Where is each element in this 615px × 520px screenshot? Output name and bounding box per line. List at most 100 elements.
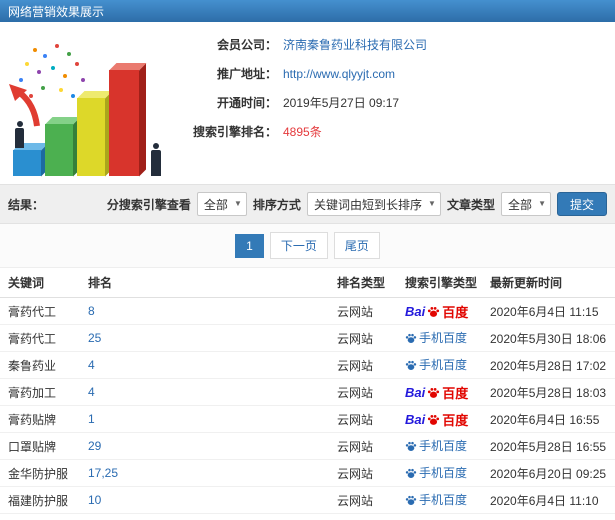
open-time-row: 开通时间： 2019年5月27日 09:17 — [185, 94, 615, 111]
sort-filter-label: 排序方式 — [252, 197, 301, 212]
baidu-paw-icon — [427, 413, 440, 426]
chart-bar-blue — [13, 150, 41, 176]
company-label: 会员公司： — [216, 38, 277, 52]
engine-filter-select[interactable]: 全部 — [196, 192, 247, 216]
rank-link[interactable]: 4 — [88, 358, 95, 372]
table-row: 金华防护服 17,25 云网站 手机百度 2020年6月20日 09:25 — [0, 460, 615, 487]
table-row: 膏药代工 25 云网站 手机百度 2020年5月30日 18:06 — [0, 325, 615, 352]
baidu-paw-icon — [427, 305, 440, 318]
rank-type-cell: 云网站 — [337, 304, 374, 319]
keyword-cell: 膏药加工 — [8, 385, 57, 400]
keyword-cell: 口罩贴牌 — [8, 439, 57, 454]
updated-cell: 2020年5月28日 17:02 — [490, 358, 607, 373]
keyword-cell: 膏药贴牌 — [8, 412, 57, 427]
site-link[interactable]: http://www.qlyyjt.com — [283, 67, 395, 81]
keyword-cell: 膏药代工 — [8, 304, 57, 319]
rank-link[interactable]: 4 — [88, 385, 95, 399]
rank-type-cell: 云网站 — [337, 358, 374, 373]
engine-rank-count: 4895条 — [283, 125, 322, 139]
page-1-button[interactable]: 1 — [235, 233, 264, 258]
engine-filter-label: 分搜索引擎查看 — [106, 197, 191, 212]
mobile-baidu-badge: 手机百度 — [405, 356, 467, 373]
rank-link[interactable]: 29 — [88, 439, 101, 453]
person-silhouette-right — [151, 143, 161, 176]
page-title: 网络营销效果展示 — [8, 4, 105, 19]
keyword-rank-table: 关键词 排名 排名类型 搜索引擎类型 最新更新时间 膏药代工 8 云网站 Bai… — [0, 268, 615, 520]
baidu-paw-icon — [427, 386, 440, 399]
rank-type-cell: 云网站 — [337, 439, 374, 454]
baidu-logo: Bai 百度 — [405, 411, 469, 428]
keyword-cell: 金华防护服 — [8, 466, 69, 481]
header-keyword: 关键词 — [8, 276, 45, 290]
mobile-baidu-icon — [405, 359, 417, 371]
filter-controls: 分搜索引擎查看 全部 排序方式 关键词由短到长排序 文章类型 全部 提交 — [107, 192, 607, 216]
mobile-baidu-icon — [405, 332, 417, 344]
rank-link[interactable]: 10 — [88, 493, 101, 507]
sort-filter-select[interactable]: 关键词由短到长排序 — [306, 192, 441, 216]
open-time-label: 开通时间： — [216, 96, 277, 110]
member-info-section: 会员公司： 济南秦鲁药业科技有限公司 推广地址： http://www.qlyy… — [0, 22, 615, 184]
updated-cell: 2020年6月20日 09:25 — [490, 466, 607, 481]
table-row: 膏药贴牌 1 云网站 Bai 百度 2020年6月4日 16:55 — [0, 406, 615, 433]
keyword-cell: 膏药代工 — [8, 331, 57, 346]
confetti-dots-decoration — [33, 48, 37, 52]
updated-cell: 2020年5月30日 18:06 — [490, 331, 607, 346]
submit-button[interactable]: 提交 — [556, 192, 607, 216]
baidu-logo: Bai 百度 — [405, 303, 469, 320]
next-page-button[interactable]: 下一页 — [269, 232, 328, 259]
baidu-logo: Bai 百度 — [405, 384, 469, 401]
updated-cell: 2020年6月4日 11:10 — [490, 493, 599, 508]
article-type-select[interactable]: 全部 — [500, 192, 551, 216]
mobile-baidu-badge: 手机百度 — [405, 464, 467, 481]
updated-cell: 2020年5月28日 18:03 — [490, 385, 607, 400]
updated-cell: 2020年6月4日 11:15 — [490, 304, 599, 319]
chart-bar-green — [45, 124, 73, 176]
rank-type-cell: 云网站 — [337, 493, 374, 508]
person-silhouette-left — [15, 121, 24, 148]
engine-rank-row: 搜索引擎排名： 4895条 — [185, 123, 615, 140]
pagination: 1 下一页 尾页 — [0, 224, 615, 268]
member-info-list: 会员公司： 济南秦鲁药业科技有限公司 推广地址： http://www.qlyy… — [185, 22, 615, 140]
site-label: 推广地址： — [216, 67, 277, 81]
window-titlebar: 网络营销效果展示 — [0, 0, 615, 22]
article-type-label: 文章类型 — [446, 197, 495, 212]
keyword-cell: 秦鲁药业 — [8, 358, 57, 373]
table-header-row: 关键词 排名 排名类型 搜索引擎类型 最新更新时间 — [0, 268, 615, 298]
open-time-value: 2019年5月27日 09:17 — [283, 96, 400, 110]
filter-bar: 结果： 分搜索引擎查看 全部 排序方式 关键词由短到长排序 文章类型 全部 提交 — [0, 184, 615, 224]
result-label: 结果： — [8, 197, 45, 212]
rank-link[interactable]: 8 — [88, 304, 95, 318]
rank-link[interactable]: 25 — [88, 331, 101, 345]
rank-type-cell: 云网站 — [337, 331, 374, 346]
engine-rank-label: 搜索引擎排名： — [192, 125, 277, 139]
rank-type-cell: 云网站 — [337, 385, 374, 400]
keyword-cell: 福建防护服 — [8, 493, 69, 508]
rank-type-cell: 云网站 — [337, 412, 374, 427]
table-row: 秦鲁药业 4 云网站 手机百度 2020年5月28日 17:02 — [0, 352, 615, 379]
mobile-baidu-icon — [405, 440, 417, 452]
chart-bar-yellow — [77, 98, 105, 176]
table-row: 口罩贴牌 29 云网站 手机百度 2020年5月28日 16:55 — [0, 433, 615, 460]
rank-link[interactable]: 1 — [88, 412, 95, 426]
header-rank-type: 排名类型 — [337, 276, 386, 290]
header-engine: 搜索引擎类型 — [405, 276, 478, 290]
company-link[interactable]: 济南秦鲁药业科技有限公司 — [283, 36, 427, 53]
updated-cell: 2020年5月28日 16:55 — [490, 439, 607, 454]
rising-arrow-icon — [9, 84, 40, 127]
company-row: 会员公司： 济南秦鲁药业科技有限公司 — [185, 36, 615, 53]
table-row: 手机百度 — [0, 514, 615, 520]
header-rank: 排名 — [88, 276, 113, 290]
chart-bar-red — [109, 70, 139, 176]
last-page-button[interactable]: 尾页 — [333, 232, 380, 259]
site-row: 推广地址： http://www.qlyyjt.com — [185, 65, 615, 82]
mobile-baidu-badge: 手机百度 — [405, 437, 467, 454]
rank-link[interactable]: 17,25 — [88, 466, 118, 480]
table-row: 膏药代工 8 云网站 Bai 百度 2020年6月4日 11:15 — [0, 298, 615, 325]
growth-chart-illustration — [5, 30, 177, 180]
mobile-baidu-icon — [405, 494, 417, 506]
mobile-baidu-badge: 手机百度 — [405, 491, 467, 508]
table-row: 福建防护服 10 云网站 手机百度 2020年6月4日 11:10 — [0, 487, 615, 514]
header-updated: 最新更新时间 — [490, 276, 563, 290]
rank-type-cell: 云网站 — [337, 466, 374, 481]
mobile-baidu-badge: 手机百度 — [405, 329, 467, 346]
